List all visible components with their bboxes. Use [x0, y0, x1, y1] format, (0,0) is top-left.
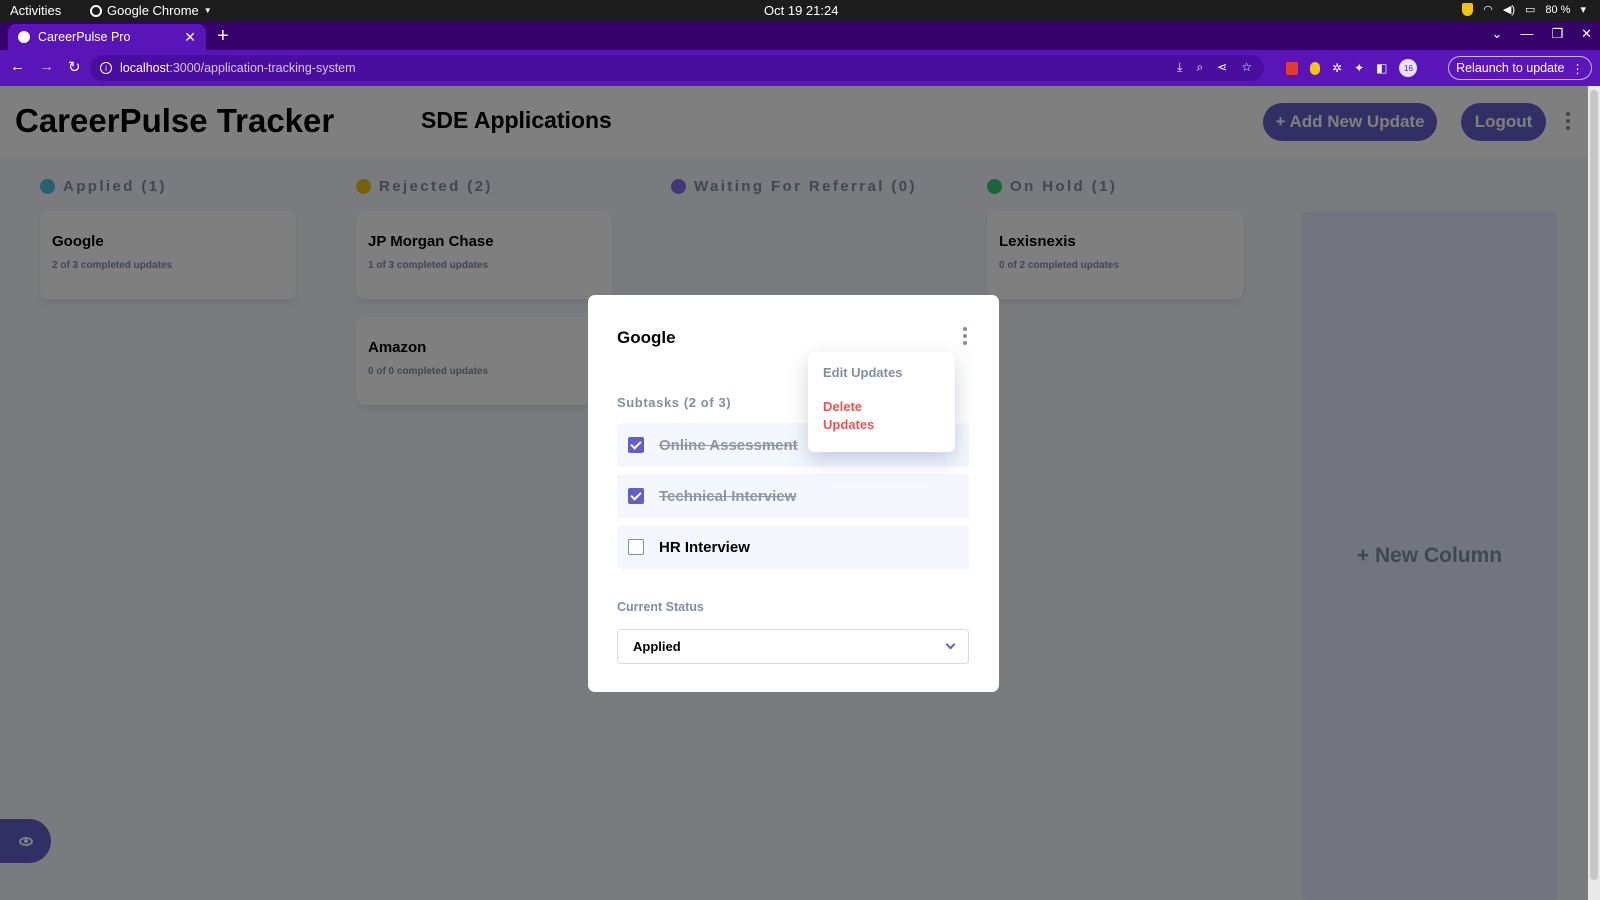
close-icon[interactable]: ✕ — [184, 29, 196, 46]
address-bar-actions: ⤓ ⌕ ⋖ ☆ — [1177, 60, 1252, 75]
modal-title: Google — [617, 328, 676, 347]
app-menu-label: Google Chrome — [107, 3, 199, 18]
system-tray[interactable]: ◠ ◀) ▭ 80 % ▾ — [1462, 3, 1586, 16]
bookmark-star-icon[interactable]: ☆ — [1241, 60, 1252, 75]
scrollbar-thumb[interactable] — [1590, 90, 1598, 880]
subtask-item[interactable]: Technical Interview — [617, 474, 969, 518]
system-top-bar: Activities Google Chrome ▼ Oct 19 21:24 … — [0, 0, 1600, 22]
favicon-icon — [18, 31, 30, 43]
subtasks-heading: Subtasks (2 of 3) — [617, 395, 732, 410]
site-info-icon[interactable]: i — [100, 62, 112, 74]
share-icon[interactable]: ⋖ — [1217, 60, 1227, 75]
browser-toolbar: ← → ↻ i localhost:3000/application-track… — [0, 50, 1600, 86]
chevron-down-icon — [945, 639, 956, 650]
current-status-value: Applied — [633, 639, 681, 654]
address-bar[interactable]: i localhost:3000/application-tracking-sy… — [90, 55, 1264, 81]
caret-down-icon: ▼ — [203, 6, 212, 15]
forward-icon[interactable]: → — [39, 58, 54, 76]
subtask-checkbox[interactable] — [628, 539, 644, 555]
relaunch-button[interactable]: Relaunch to update ⋮ — [1448, 56, 1592, 80]
browser-tab-strip: CareerPulse Pro ✕ + ⌄ — ❐ ✕ — [0, 22, 1600, 50]
nav-buttons: ← → ↻ — [10, 58, 81, 76]
reload-icon[interactable]: ↻ — [68, 58, 81, 76]
chrome-icon — [90, 4, 102, 17]
clock[interactable]: Oct 19 21:24 — [764, 3, 838, 18]
activities-button[interactable]: Activities — [10, 3, 61, 18]
new-tab-button[interactable]: + — [217, 25, 229, 48]
extensions: ✲ ✦ ◧ 16 — [1286, 59, 1418, 77]
battery-level: 80 % — [1545, 3, 1571, 16]
install-icon[interactable]: ⤓ — [1177, 60, 1182, 75]
subtask-label: HR Interview — [659, 538, 750, 556]
relaunch-label: Relaunch to update — [1456, 61, 1565, 75]
minimize-icon[interactable]: — — [1520, 26, 1533, 42]
window-controls: ⌄ — ❐ ✕ — [1492, 26, 1592, 42]
current-status-label: Current Status — [617, 600, 704, 614]
extension-yellow-icon[interactable] — [1310, 61, 1320, 75]
extension-red-icon[interactable] — [1286, 61, 1298, 75]
modal-options-menu: Edit Updates Delete Updates — [808, 352, 955, 452]
edit-updates-menu-item[interactable]: Edit Updates — [823, 365, 902, 380]
tab-search-icon[interactable]: ⌄ — [1492, 26, 1503, 42]
volume-icon: ◀) — [1502, 4, 1515, 16]
wifi-icon: ◠ — [1483, 4, 1493, 16]
subtask-checkbox[interactable] — [628, 437, 644, 453]
delete-updates-menu-item[interactable]: Delete Updates — [823, 398, 893, 434]
subtask-label: Online Assessment — [659, 436, 798, 454]
modal-menu-icon[interactable] — [963, 327, 967, 345]
side-panel-icon[interactable]: ◧ — [1376, 61, 1387, 75]
caret-down-icon: ▾ — [1580, 4, 1586, 16]
app-menu[interactable]: Google Chrome ▼ — [90, 3, 212, 18]
subtask-checkbox[interactable] — [628, 488, 644, 504]
puzzle-icon[interactable]: ✦ — [1354, 61, 1364, 75]
url-host: localhost — [120, 61, 170, 75]
tab-title: CareerPulse Pro — [38, 30, 131, 44]
zoom-icon[interactable]: ⌕ — [1196, 60, 1203, 75]
close-window-icon[interactable]: ✕ — [1581, 26, 1592, 42]
battery-icon: ▭ — [1524, 4, 1536, 16]
back-icon[interactable]: ← — [10, 58, 25, 76]
profile-avatar[interactable]: 16 — [1399, 59, 1418, 77]
extension-bug-icon[interactable]: ✲ — [1332, 61, 1342, 75]
restore-icon[interactable]: ❐ — [1551, 26, 1563, 42]
shield-icon — [1462, 3, 1474, 16]
current-status-select[interactable]: Applied — [617, 629, 969, 664]
url-path: :3000/application-tracking-system — [169, 61, 356, 75]
subtask-label: Technical Interview — [659, 487, 797, 505]
browser-tab[interactable]: CareerPulse Pro ✕ — [8, 24, 206, 50]
subtask-item[interactable]: HR Interview — [617, 525, 969, 569]
page-scrollbar[interactable] — [1588, 86, 1600, 900]
